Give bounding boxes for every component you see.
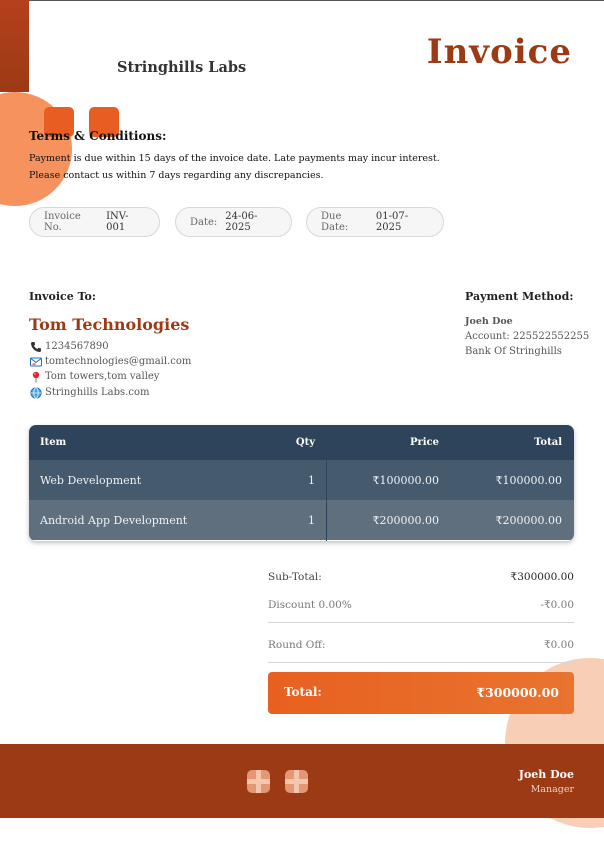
client-phone-text: 1234567890 [45,341,109,352]
payment-bank: Bank Of Stringhills [465,346,562,357]
row-total: ₹100000.00 [495,473,562,487]
company-name: Stringhills Labs [117,59,247,76]
terms-line: Payment is due within 15 days of the inv… [29,153,440,164]
terms-line: Please contact us within 7 days regardin… [29,170,324,181]
client-website[interactable]: Stringhills Labs.com [29,386,149,399]
due-date-value: 01-07-2025 [375,211,409,233]
signatory-name: Joeh Doe [518,768,574,781]
row-price: ₹200000.00 [372,513,439,527]
payment-name: Joeh Doe [465,316,513,327]
terms-title: Terms & Conditions: [29,129,167,143]
row-qty: 1 [308,473,315,487]
discount-label: Discount 0.00% [268,599,352,611]
row-item: Android App Development [40,513,188,527]
items-table: Item Qty Price Total Web Development 1 ₹… [29,425,574,541]
row-qty: 1 [308,513,315,527]
date-label: Date: [190,216,218,228]
date-pill: Date: 24-06-2025 [175,207,292,237]
invoice-title: Invoice [426,32,572,72]
footer: Joeh Doe Manager [0,744,604,818]
globe-icon [29,386,42,399]
invoice-to-label: Invoice To: [29,290,96,303]
header-item: Item [40,437,67,448]
client-address: Tom towers,tom valley [29,370,159,383]
row-price: ₹100000.00 [372,473,439,487]
footer-decorative-icon [247,770,270,793]
payment-account: Account: 225522552255 [465,331,590,342]
due-date-label: Due Date: [321,211,349,233]
client-phone: 1234567890 [29,340,109,353]
subtotal-label: Sub-Total: [268,571,322,583]
header-price: Price [409,437,439,448]
invoice-number-pill: Invoice No. INV-001 [29,207,160,237]
phone-icon [29,340,42,353]
discount-value: -₹0.00 [540,599,574,611]
row-item: Web Development [40,473,142,487]
total-value: ₹300000.00 [476,685,559,700]
pin-icon [29,370,42,383]
table-header: Item Qty Price Total [29,425,574,460]
client-email[interactable]: tomtechnologies@gmail.com [29,355,191,368]
invoice-page: Stringhills Labs Invoice Terms & Conditi… [0,0,604,852]
subtotal-value: ₹300000.00 [510,571,574,583]
decorative-bar [0,0,29,92]
top-border [0,0,604,1]
client-email-text: tomtechnologies@gmail.com [45,356,192,367]
email-icon [29,355,42,368]
client-address-text: Tom towers,tom valley [45,371,160,382]
payment-method-label: Payment Method: [465,290,574,303]
summary-divider [268,662,574,663]
summary-divider [268,622,574,623]
roundoff-value: ₹0.00 [543,639,574,651]
date-value: 24-06-2025 [225,211,258,233]
due-date-pill: Due Date: 01-07-2025 [306,207,444,237]
roundoff-label: Round Off: [268,639,326,651]
row-total: ₹200000.00 [495,513,562,527]
invoice-number-label: Invoice No. [44,211,81,233]
client-name: Tom Technologies [29,315,190,334]
column-divider [326,460,327,541]
table-row: Android App Development 1 ₹200000.00 ₹20… [29,500,574,540]
total-label: Total: [284,685,322,699]
total-box: Total: ₹300000.00 [268,672,574,714]
client-website-text: Stringhills Labs.com [45,387,150,398]
invoice-number-value: INV-001 [106,211,129,233]
header-total: Total [534,437,562,448]
footer-decorative-icon [285,770,308,793]
table-row: Web Development 1 ₹100000.00 ₹100000.00 [29,460,574,500]
signatory-role: Manager [530,784,574,795]
header-qty: Qty [295,437,315,448]
